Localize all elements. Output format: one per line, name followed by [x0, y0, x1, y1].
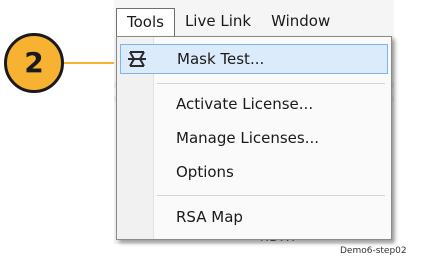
mask-test-icon: [121, 45, 153, 73]
menu-item-options[interactable]: Options: [120, 157, 388, 187]
menu-item-label: Activate License...: [176, 95, 314, 113]
menu-separator: [157, 195, 385, 196]
menu-item-rsa-map[interactable]: RSA Map: [120, 202, 388, 232]
menu-bar: Tools Live Link Window: [114, 0, 394, 36]
figure-caption: Demo6-step02: [340, 246, 407, 256]
step-callout: 2: [4, 33, 64, 93]
step-number: 2: [24, 46, 44, 79]
menu-item-mask-test[interactable]: Mask Test...: [120, 44, 388, 74]
menu-item-label: Mask Test...: [177, 50, 265, 68]
menu-tools[interactable]: Tools: [116, 8, 175, 36]
tools-dropdown-menu: Mask Test... Activate License... Manage …: [116, 36, 392, 240]
callout-leader-line: [64, 62, 121, 64]
menu-item-label: Manage Licenses...: [176, 129, 320, 147]
menu-live-link[interactable]: Live Link: [175, 8, 261, 36]
menu-item-manage-licenses[interactable]: Manage Licenses...: [120, 123, 388, 153]
menu-separator: [157, 83, 385, 84]
menu-item-label: RSA Map: [176, 208, 243, 226]
menu-item-activate-license[interactable]: Activate License...: [120, 89, 388, 119]
menu-item-label: Options: [176, 163, 234, 181]
menu-window[interactable]: Window: [261, 8, 340, 36]
